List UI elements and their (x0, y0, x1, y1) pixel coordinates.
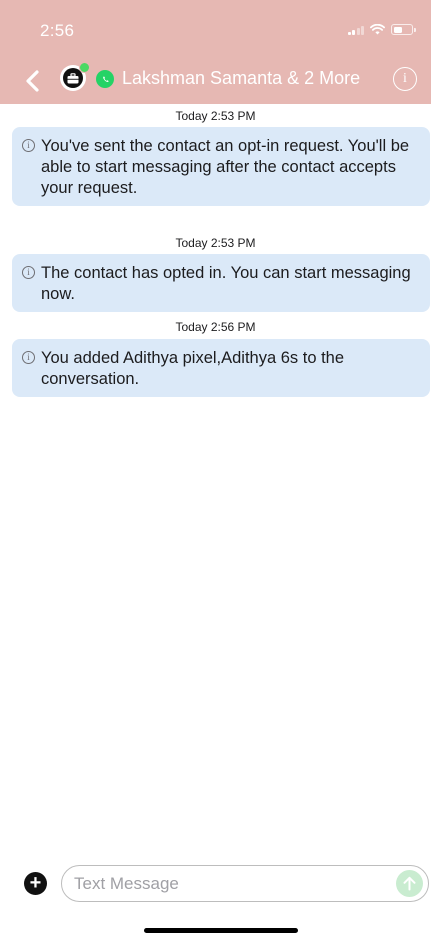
system-message-text: You added Adithya pixel,Adithya 6s to th… (41, 349, 345, 388)
presence-indicator (79, 62, 90, 73)
message-timestamp: Today 2:53 PM (175, 236, 256, 250)
wifi-icon (370, 24, 385, 35)
home-indicator (144, 928, 298, 933)
conversation-title[interactable]: Lakshman Samanta & 2 More (122, 68, 360, 89)
system-message-text: You've sent the contact an opt-in reques… (41, 137, 410, 197)
status-time: 2:56 (40, 21, 75, 40)
message-timestamp: Today 2:53 PM (175, 109, 256, 123)
message-input[interactable] (61, 865, 429, 902)
back-button[interactable] (22, 68, 46, 94)
arrow-up-icon (403, 876, 416, 891)
whatsapp-icon (96, 70, 114, 88)
info-icon: i (22, 266, 35, 279)
system-message: i The contact has opted in. You can star… (12, 254, 430, 312)
info-icon: i (22, 139, 35, 152)
add-attachment-button[interactable]: + (24, 872, 47, 895)
status-icons (347, 24, 416, 35)
info-button[interactable]: i (393, 67, 417, 91)
nav-bar: Lakshman Samanta & 2 More i (0, 58, 431, 102)
battery-icon (391, 24, 416, 35)
conversation-screen: 2:56 Lakshman Samanta & 2 More i Today 2… (0, 0, 431, 933)
send-button[interactable] (396, 870, 423, 897)
cellular-signal-icon (347, 25, 364, 35)
system-message-text: The contact has opted in. You can start … (41, 264, 411, 303)
info-icon: i (22, 351, 35, 364)
briefcase-icon (67, 72, 79, 83)
system-message: i You added Adithya pixel,Adithya 6s to … (12, 339, 430, 397)
message-timestamp: Today 2:56 PM (175, 320, 256, 334)
system-message: i You've sent the contact an opt-in requ… (12, 127, 430, 206)
header: 2:56 Lakshman Samanta & 2 More i (0, 0, 431, 104)
chevron-left-icon (26, 70, 39, 92)
